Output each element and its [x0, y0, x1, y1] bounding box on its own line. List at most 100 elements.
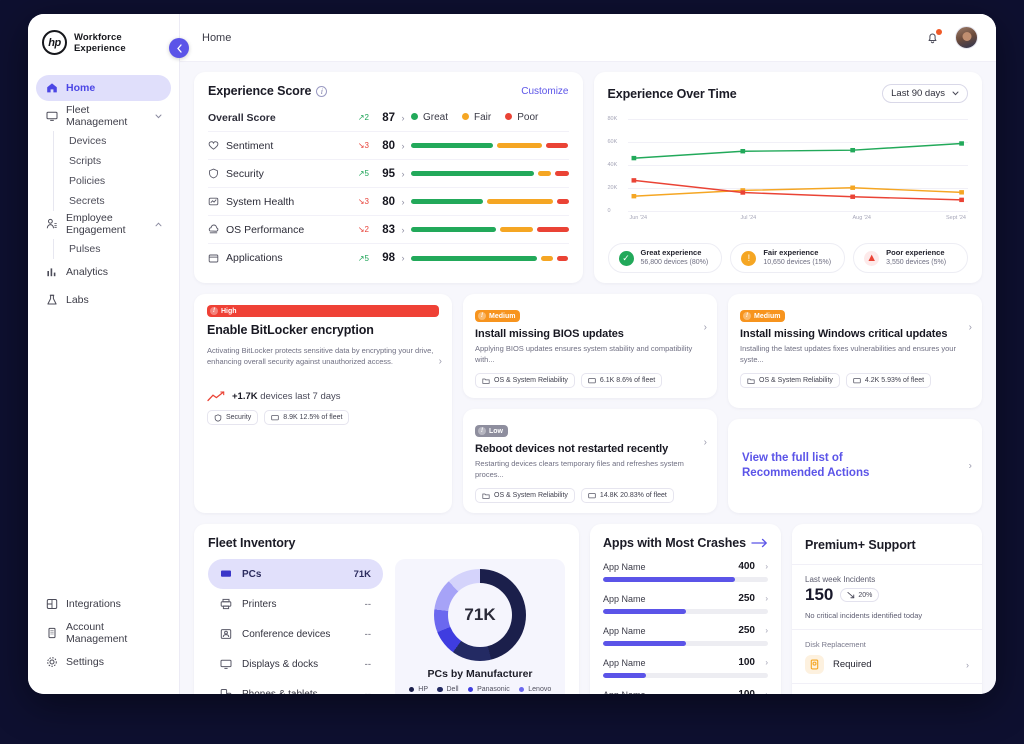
- customize-link[interactable]: Customize: [521, 86, 568, 97]
- chevron-right-icon[interactable]: ›: [969, 461, 972, 472]
- crash-list-item[interactable]: App Name 250 ›: [603, 625, 768, 646]
- crash-count: 100: [738, 689, 755, 694]
- incidents-label: Last week Incidents: [805, 575, 876, 584]
- es-row-label: Sentiment: [208, 140, 343, 152]
- sidebar-item-label: Fleet Management: [66, 104, 128, 128]
- date-range-select[interactable]: Last 90 days: [882, 84, 968, 103]
- chevron-right-icon[interactable]: ›: [704, 322, 707, 333]
- chevron-right-icon[interactable]: ›: [755, 562, 768, 571]
- fleet-item-phones-tablets[interactable]: Phones & tablets --: [208, 679, 383, 694]
- crash-list-item[interactable]: App Name 100›: [603, 657, 768, 678]
- fleet-item-displays-docks[interactable]: Displays & docks --: [208, 649, 383, 679]
- disk-icon: [805, 655, 824, 674]
- sidebar-item-analytics[interactable]: Analytics: [36, 259, 171, 285]
- experience-score-card: Experience Score i Customize Overall Sco…: [194, 72, 583, 283]
- crash-list-item[interactable]: App Name 250 ›: [603, 593, 768, 614]
- fleet-item-value: 71K: [353, 568, 371, 580]
- sidebar-item-settings[interactable]: Settings: [36, 649, 171, 675]
- user-avatar[interactable]: [955, 26, 978, 49]
- chevron-right-icon[interactable]: ›: [395, 113, 411, 123]
- fleet-item-label: Conference devices: [242, 628, 331, 640]
- summary-chip-poor[interactable]: ▲ Poor experience 3,550 devices (5%): [853, 243, 968, 273]
- crash-list-item[interactable]: App Name 100›: [603, 689, 768, 694]
- status-badge: ! High: [207, 305, 439, 317]
- exclamation-circle-icon: !: [741, 250, 757, 266]
- alert-icon: !: [478, 312, 486, 320]
- alert-icon: !: [210, 307, 218, 315]
- arrow-right-icon[interactable]: [751, 538, 768, 548]
- experience-score-row-security: Security ↗5 95 ›: [208, 160, 569, 188]
- recommended-action-tags: OS & System Reliability 4.2K 5.93% of fl…: [740, 373, 970, 388]
- es-row-label: Applications: [208, 252, 343, 264]
- y-tick-label: 0: [607, 208, 611, 214]
- chevron-right-icon[interactable]: ›: [755, 658, 768, 667]
- view-full-list-card[interactable]: View the full list of Recommended Action…: [728, 419, 982, 513]
- es-row-delta: ↗5: [357, 169, 369, 178]
- check-circle-icon: ✓: [618, 250, 634, 266]
- chevron-right-icon[interactable]: ›: [395, 169, 411, 179]
- chevron-right-icon[interactable]: ›: [755, 626, 768, 635]
- sidebar-item-pulses[interactable]: Pulses: [54, 239, 171, 259]
- sidebar-item-secrets[interactable]: Secrets: [54, 191, 171, 211]
- health-icon: [208, 196, 219, 207]
- chevron-right-icon[interactable]: ›: [969, 322, 972, 333]
- chevron-right-icon[interactable]: ›: [395, 253, 411, 263]
- sidebar-item-home[interactable]: Home: [36, 75, 171, 101]
- disk-replacement-item[interactable]: Required ›: [805, 655, 969, 674]
- section-label: Disk Replacement: [805, 640, 866, 649]
- fleet-item-conference-devices[interactable]: Conference devices --: [208, 619, 383, 649]
- sidebar-item-fleet-management[interactable]: Fleet Management: [36, 103, 171, 129]
- chevron-right-icon[interactable]: ›: [755, 594, 768, 603]
- chevron-right-icon[interactable]: ›: [966, 660, 969, 670]
- tag-category: OS & System Reliability: [475, 488, 575, 503]
- fleet-item-pcs[interactable]: PCs 71K: [208, 559, 383, 589]
- chevron-right-icon[interactable]: ›: [395, 141, 411, 151]
- chart-title: Experience Over Time: [607, 86, 737, 101]
- sidebar-item-devices[interactable]: Devices: [54, 131, 171, 151]
- sidebar-item-employee-engagement[interactable]: Employee Engagement: [36, 211, 171, 237]
- chevron-right-icon[interactable]: ›: [704, 437, 707, 448]
- bell-icon[interactable]: [925, 28, 942, 46]
- crash-bar: [603, 577, 768, 582]
- sidebar-collapse-button[interactable]: [169, 38, 189, 58]
- sidebar-nav: Home Fleet Management Devices Scripts Po…: [28, 69, 179, 591]
- premium-support-title: Premium+ Support: [805, 538, 916, 552]
- recommended-action-card[interactable]: ! Low Reboot devices not restarted recent…: [463, 409, 717, 513]
- donut-chart: 71K: [434, 569, 526, 661]
- recommended-action-featured[interactable]: ! High Enable BitLocker encryption Activa…: [194, 294, 452, 513]
- bar-chart-icon: [45, 266, 58, 279]
- home-icon: [45, 82, 58, 95]
- chevron-right-icon[interactable]: ›: [755, 690, 768, 694]
- incidents-note: No critical incidents identified today: [805, 611, 923, 620]
- sidebar-item-policies[interactable]: Policies: [54, 171, 171, 191]
- pc-icon: [220, 568, 232, 580]
- phone-icon: [220, 688, 232, 694]
- sidebar-item-labs[interactable]: Labs: [36, 287, 171, 313]
- recommended-action-card[interactable]: ! Medium Install missing Windows critical…: [728, 294, 982, 408]
- crash-list-item[interactable]: App Name 400 ›: [603, 561, 768, 582]
- tag-fleet: 4.2K 5.93% of fleet: [845, 373, 932, 388]
- chevron-right-icon[interactable]: ›: [395, 225, 411, 235]
- fleet-item-value: --: [364, 658, 371, 670]
- recommended-action-card[interactable]: ! Medium Install missing BIOS updates App…: [463, 294, 717, 398]
- sidebar-item-scripts[interactable]: Scripts: [54, 151, 171, 171]
- experience-score-row-applications: Applications ↗5 98 ›: [208, 244, 569, 272]
- summary-chip-great[interactable]: ✓ Great experience 56,800 devices (80%): [607, 243, 723, 273]
- es-row-score: 80: [382, 139, 395, 152]
- info-icon[interactable]: i: [316, 85, 328, 97]
- summary-label: Great experience: [640, 248, 702, 257]
- sidebar-item-integrations[interactable]: Integrations: [36, 591, 171, 617]
- summary-chip-fair[interactable]: ! Fair experience 10,650 devices (15%): [730, 243, 846, 273]
- chevron-right-icon[interactable]: ›: [395, 197, 411, 207]
- premium-support-header: Premium+ Support: [792, 524, 982, 565]
- sidebar-item-account-management[interactable]: Account Management: [36, 620, 171, 646]
- recommended-action-description: Applying BIOS updates ensures system sta…: [475, 344, 693, 364]
- experience-over-time-chart: 80K 60K 40K 20K 0 Jun '24 Jul '24 Aug '2…: [607, 111, 968, 231]
- donut-legend-hp: HP: [408, 686, 428, 693]
- chevron-right-icon[interactable]: ›: [439, 356, 442, 367]
- trend-down-icon: [847, 591, 855, 599]
- fleet-item-printers[interactable]: Printers --: [208, 589, 383, 619]
- folder-icon: [482, 493, 490, 499]
- x-tick-label: Jul '24: [740, 215, 757, 221]
- sidebar-subitem-label: Scripts: [69, 155, 102, 167]
